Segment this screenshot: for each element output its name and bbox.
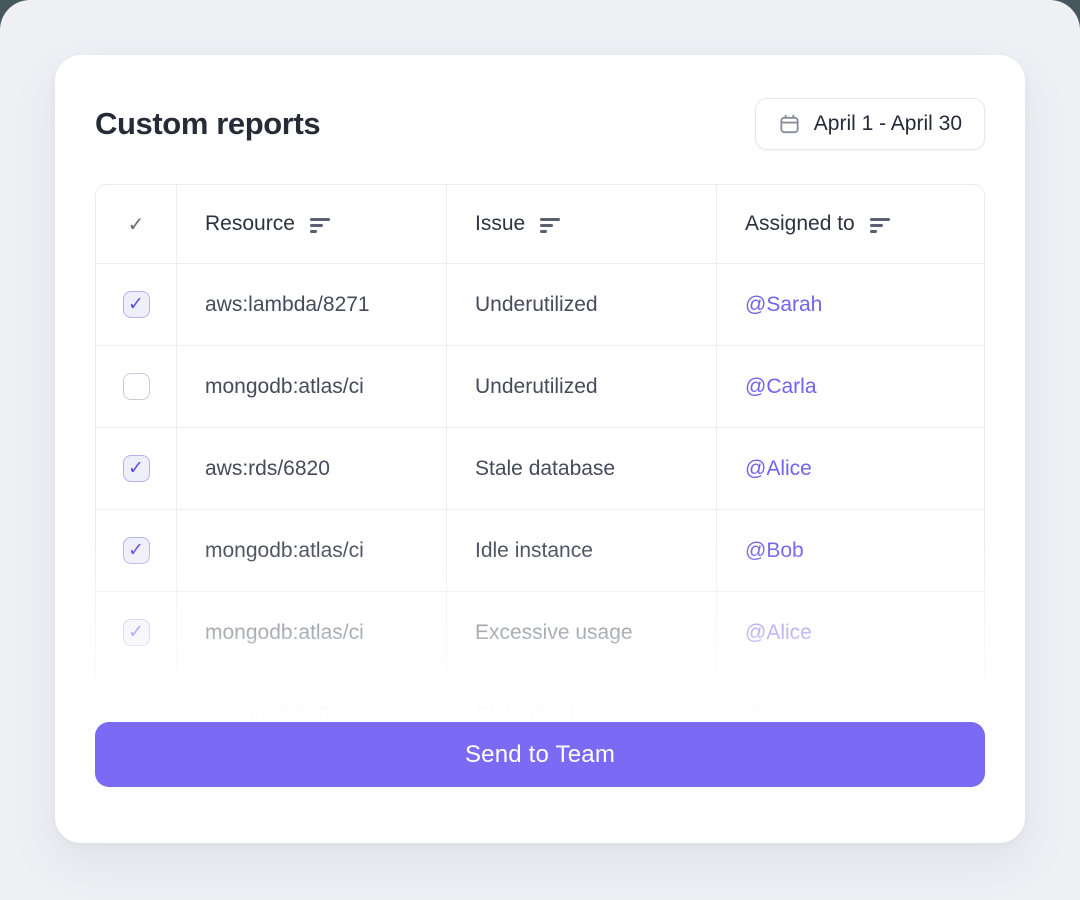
issue-cell: Underutilized <box>446 346 716 427</box>
assignee-mention[interactable]: @Sarah <box>745 293 822 317</box>
date-range-label: April 1 - April 30 <box>814 112 962 136</box>
table-row[interactable]: ✓ mongodb:atlas/ci Idle instance @Bob <box>96 509 984 591</box>
reports-table: ✓ Resource Issue Assigned to ✓ aws:lambd… <box>95 184 985 720</box>
select-all-header[interactable]: ✓ <box>96 185 176 263</box>
column-header-assigned-to[interactable]: Assigned to <box>716 185 984 263</box>
issue-cell: Stale database <box>446 428 716 509</box>
table-header-row: ✓ Resource Issue Assigned to <box>96 185 984 263</box>
card-header: Custom reports April 1 - April 30 <box>95 97 985 151</box>
assignee-mention[interactable]: @Bob <box>745 539 804 563</box>
checkmark-icon: ✓ <box>128 623 144 642</box>
row-checkbox[interactable]: ✓ <box>123 373 150 400</box>
resource-cell: aws:lambda/8271 <box>176 264 446 345</box>
row-checkbox[interactable]: ✓ <box>123 537 150 564</box>
date-range-button[interactable]: April 1 - April 30 <box>755 98 985 150</box>
assignee-mention[interactable]: @Alice <box>745 621 812 645</box>
checkmark-icon: ✓ <box>128 295 144 314</box>
row-checkbox[interactable]: ✓ <box>123 619 150 646</box>
sort-icon <box>540 218 560 233</box>
issue-cell: Excessive usage <box>446 592 716 673</box>
issue-cell: Underutilized <box>446 264 716 345</box>
resource-cell: aws:rds/6820 <box>176 674 446 720</box>
checkmark-icon: ✓ <box>128 705 144 720</box>
assignee-mention[interactable]: @Sarah <box>745 703 822 721</box>
sort-icon <box>310 218 330 233</box>
table-row[interactable]: ✓ aws:rds/6820 Stale database @Alice <box>96 427 984 509</box>
assignee-mention[interactable]: @Carla <box>745 375 817 399</box>
page-background: Custom reports April 1 - April 30 ✓ <box>0 0 1080 900</box>
send-to-team-button[interactable]: Send to Team <box>95 722 985 787</box>
row-checkbox[interactable]: ✓ <box>123 701 150 720</box>
column-header-issue[interactable]: Issue <box>446 185 716 263</box>
resource-cell: mongodb:atlas/ci <box>176 510 446 591</box>
resource-cell: aws:rds/6820 <box>176 428 446 509</box>
sort-icon <box>870 218 890 233</box>
column-header-resource[interactable]: Resource <box>176 185 446 263</box>
table-row[interactable]: ✓ mongodb:atlas/ci Excessive usage @Alic… <box>96 591 984 673</box>
row-checkbox[interactable]: ✓ <box>123 291 150 318</box>
custom-reports-card: Custom reports April 1 - April 30 ✓ <box>55 55 1025 843</box>
issue-cell: Stale database <box>446 674 716 720</box>
table-row[interactable]: ✓ aws:lambda/8271 Underutilized @Sarah <box>96 263 984 345</box>
assignee-mention[interactable]: @Alice <box>745 457 812 481</box>
checkmark-icon: ✓ <box>128 459 144 478</box>
check-icon: ✓ <box>128 212 145 237</box>
calendar-icon <box>778 113 801 136</box>
checkmark-icon: ✓ <box>128 541 144 560</box>
resource-cell: mongodb:atlas/ci <box>176 592 446 673</box>
row-checkbox[interactable]: ✓ <box>123 455 150 482</box>
page-title: Custom reports <box>95 106 320 142</box>
issue-cell: Idle instance <box>446 510 716 591</box>
table-row-partial[interactable]: ✓ aws:rds/6820 Stale database @Sarah <box>96 673 984 720</box>
resource-cell: mongodb:atlas/ci <box>176 346 446 427</box>
table-row[interactable]: ✓ mongodb:atlas/ci Underutilized @Carla <box>96 345 984 427</box>
